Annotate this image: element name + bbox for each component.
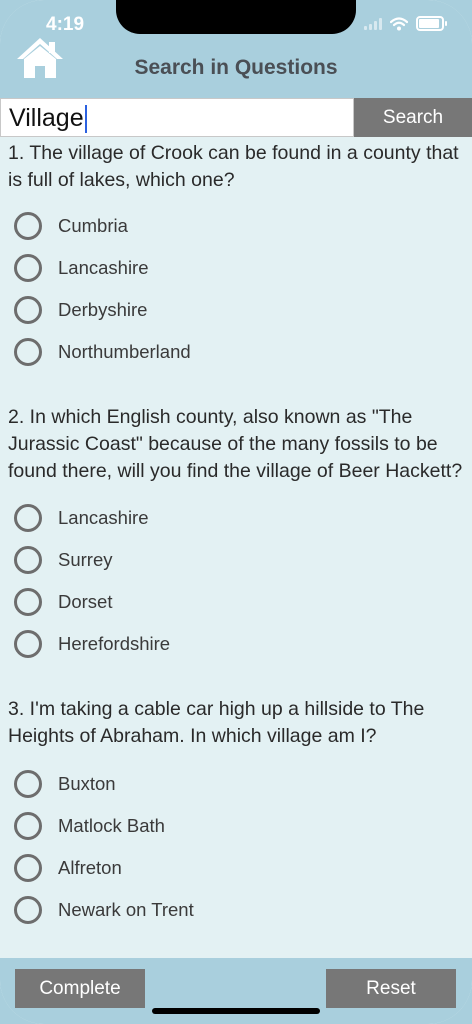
radio-button[interactable] [14,854,42,882]
option-label: Herefordshire [58,633,171,654]
search-bar: Village Search [0,98,472,137]
page-title: Search in Questions [134,56,338,79]
radio-button[interactable] [14,630,42,658]
search-input[interactable]: Village [0,98,354,137]
option-label: Newark on Trent [58,899,194,920]
question-text: 3. I'm taking a cable car high up a hill… [8,698,425,747]
option-label: Matlock Bath [58,815,165,836]
search-button[interactable]: Search [354,98,472,137]
option-label: Northumberland [58,341,191,362]
status-icons [364,16,447,31]
radio-button[interactable] [14,254,42,282]
answer-option[interactable]: Lancashire [14,250,149,286]
battery-icon [416,16,447,31]
option-label: Alfreton [58,857,122,878]
option-label: Lancashire [58,257,149,278]
option-label: Cumbria [58,215,128,236]
radio-button[interactable] [14,504,42,532]
footer-bar: Complete Reset [0,958,472,1024]
search-input-value: Village [9,104,84,132]
answer-option[interactable]: Matlock Bath [14,808,165,844]
radio-button[interactable] [14,546,42,574]
radio-button[interactable] [14,338,42,366]
answer-option[interactable]: Northumberland [14,334,191,370]
home-indicator[interactable] [152,1008,320,1014]
text-caret [84,105,87,134]
radio-button[interactable] [14,896,42,924]
radio-button[interactable] [14,296,42,324]
device-notch [116,0,356,34]
status-time: 4:19 [46,14,85,35]
answer-option[interactable]: Derbyshire [14,292,147,328]
app-screen: 4:19 Search in Questions Village Search [0,0,472,1024]
question-text: 1. The village of Crook can be found in … [8,142,459,191]
answer-option[interactable]: Alfreton [14,850,122,886]
signal-icon [364,17,382,30]
answer-option[interactable]: Cumbria [14,208,128,244]
answer-option[interactable]: Newark on Trent [14,892,194,928]
complete-button[interactable]: Complete [15,969,145,1008]
option-label: Buxton [58,773,116,794]
question-text: 2. In which English county, also known a… [8,406,463,482]
wifi-icon [390,16,408,30]
answer-option[interactable]: Buxton [14,766,116,802]
answer-option[interactable]: Herefordshire [14,626,170,662]
option-label: Dorset [58,591,113,612]
option-label: Lancashire [58,507,149,528]
radio-button[interactable] [14,770,42,798]
reset-button[interactable]: Reset [326,969,456,1008]
radio-button[interactable] [14,812,42,840]
answer-option[interactable]: Dorset [14,584,113,620]
option-label: Surrey [58,549,113,570]
option-label: Derbyshire [58,299,148,320]
radio-button[interactable] [14,588,42,616]
header-bar: 4:19 Search in Questions [0,0,472,98]
answer-option[interactable]: Lancashire [14,500,149,536]
answer-option[interactable]: Surrey [14,542,113,578]
radio-button[interactable] [14,212,42,240]
